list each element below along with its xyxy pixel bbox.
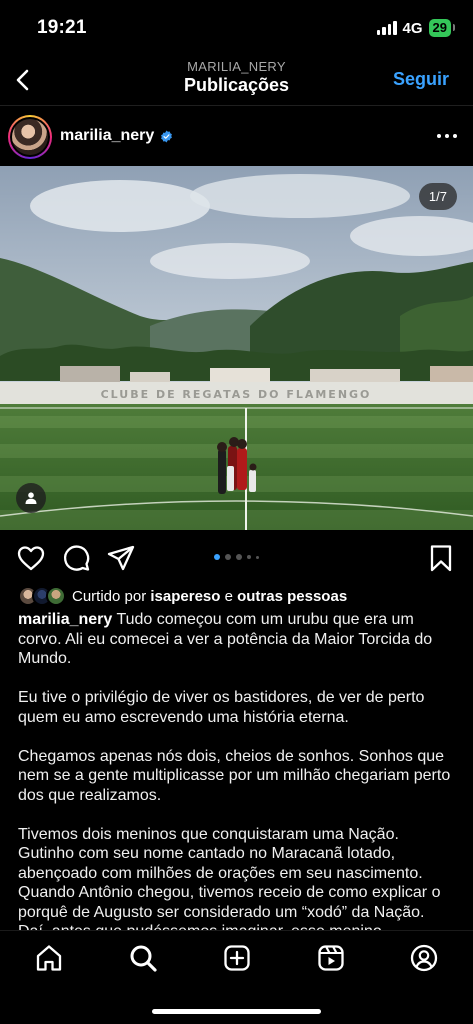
carousel-dots: [0, 554, 473, 560]
post-image[interactable]: CLUBE DE REGATAS DO FLAMENGO 1/7: [0, 166, 473, 530]
post-header: marilia_nery: [0, 108, 473, 166]
tag-people-icon: [25, 492, 37, 504]
profile-icon[interactable]: [409, 943, 439, 973]
caption-paragraph: marilia_nery Tudo começou com um urubu q…: [18, 610, 458, 669]
post-caption: marilia_nery Tudo começou com um urubu q…: [18, 610, 458, 930]
follow-button[interactable]: Seguir: [393, 69, 449, 90]
battery-icon: 29: [428, 19, 456, 37]
status-time: 19:21: [37, 17, 87, 38]
tag-people-button[interactable]: [16, 483, 46, 513]
likes-joiner: e: [224, 587, 233, 605]
post-actions: [0, 538, 473, 578]
top-header: MARILIA_NERY Publicações Seguir: [0, 56, 473, 106]
caption-paragraph: Tivemos dois meninos que conquistaram um…: [18, 825, 441, 931]
caption-paragraph: Chegamos apenas nós dois, cheios de sonh…: [18, 747, 451, 804]
likes-others[interactable]: outras pessoas: [237, 588, 347, 605]
status-right: 4G 29: [376, 19, 456, 37]
network-label: 4G: [402, 19, 423, 37]
carousel-dot: [214, 554, 220, 560]
carousel-dot: [236, 554, 242, 560]
post-author-name[interactable]: marilia_nery: [60, 127, 154, 145]
caption-paragraph: Eu tive o privilégio de viver os bastido…: [18, 689, 425, 726]
carousel-dot: [225, 554, 231, 560]
caption-author[interactable]: marilia_nery: [18, 611, 112, 628]
liker-avatars: [18, 586, 66, 606]
verified-badge-icon: [161, 130, 173, 142]
reels-icon[interactable]: [316, 943, 346, 973]
post-author[interactable]: marilia_nery: [60, 127, 173, 145]
bottom-tab-bar: [0, 930, 473, 1024]
bookmark-icon[interactable]: [426, 543, 456, 573]
stadium-photo: CLUBE DE REGATAS DO FLAMENGO: [0, 166, 473, 530]
status-bar: 19:21 4G 29: [0, 0, 473, 56]
avatar[interactable]: [8, 115, 52, 159]
image-counter: 1/7: [418, 183, 457, 210]
likes-user[interactable]: isapereso: [150, 588, 220, 605]
carousel-dot: [256, 555, 259, 559]
likes-prefix: Curtido por: [72, 587, 147, 605]
likes-summary[interactable]: Curtido por isapereso e outras pessoas: [18, 585, 347, 607]
carousel-dot: [247, 555, 251, 559]
wall-lettering: CLUBE DE REGATAS DO FLAMENGO: [101, 388, 372, 401]
more-options-icon[interactable]: [435, 126, 459, 146]
avatar: [46, 586, 66, 606]
signal-icon: [376, 21, 397, 35]
create-icon[interactable]: [222, 943, 252, 973]
home-icon[interactable]: [34, 943, 64, 973]
home-indicator: [152, 1009, 321, 1014]
search-icon[interactable]: [128, 943, 158, 973]
